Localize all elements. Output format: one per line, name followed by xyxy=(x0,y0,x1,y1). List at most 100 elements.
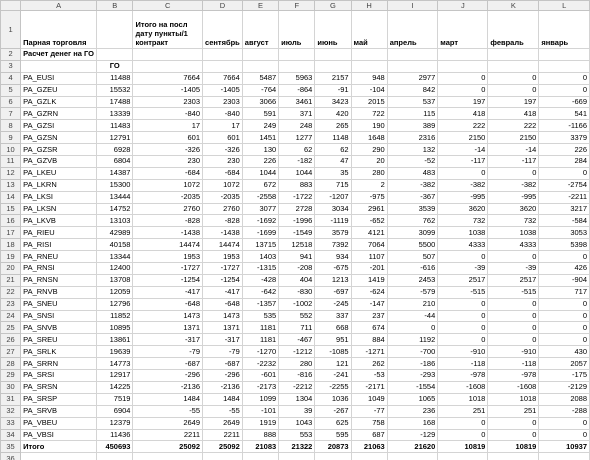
cell-go[interactable]: 12796 xyxy=(95,297,134,311)
cell-month-value[interactable]: 21322 xyxy=(278,440,316,454)
cell-month-value[interactable]: -2255 xyxy=(314,380,352,394)
cell-month-value[interactable]: -995 xyxy=(437,190,489,204)
column-header-b[interactable]: B xyxy=(95,0,134,11)
cell-pair-name[interactable]: PA_SRSP xyxy=(20,392,97,406)
cell-go[interactable]: 13344 xyxy=(95,250,134,264)
cell-total[interactable]: 230 xyxy=(132,155,204,168)
cell-month-value[interactable]: 711 xyxy=(278,321,316,335)
cell-month-value[interactable]: 2453 xyxy=(386,273,439,287)
cell-month-value[interactable]: 553 xyxy=(278,428,316,442)
row-header[interactable]: 27 xyxy=(0,345,22,359)
cell-month-value[interactable]: -995 xyxy=(487,190,540,204)
cell-go[interactable]: 14752 xyxy=(95,202,134,216)
cell-month-value[interactable]: -186 xyxy=(386,357,439,371)
cell-month-value[interactable]: -1608 xyxy=(487,380,540,394)
cell-month-value[interactable]: 0 xyxy=(487,309,540,323)
row-header[interactable]: 2 xyxy=(0,48,22,61)
cell[interactable] xyxy=(538,59,590,73)
cell-month-value[interactable]: 0 xyxy=(386,321,439,335)
cell-month-value[interactable]: -1002 xyxy=(278,297,316,311)
cell-pair-name[interactable]: PA_LKEU xyxy=(20,166,97,180)
cell-month-value[interactable]: 0 xyxy=(437,333,489,347)
cell-month-value[interactable]: 2728 xyxy=(278,202,316,216)
row-header[interactable]: 31 xyxy=(0,392,22,406)
cell-month-value[interactable]: 3539 xyxy=(386,202,439,216)
cell-month-value[interactable]: -1549 xyxy=(278,226,316,240)
cell-month-value[interactable]: 25092 xyxy=(202,440,243,454)
cell-go[interactable]: 6904 xyxy=(95,404,134,418)
cell-month-value[interactable]: 371 xyxy=(278,107,316,121)
cell-month-value[interactable]: -101 xyxy=(241,404,280,418)
row-header[interactable]: 22 xyxy=(0,285,22,299)
cell-month-value[interactable]: 10937 xyxy=(538,440,590,454)
cell-month-value[interactable]: 5500 xyxy=(386,238,439,252)
cell-month-value[interactable]: -1085 xyxy=(314,345,352,359)
cell-month-value[interactable]: 687 xyxy=(350,428,388,442)
cell-go[interactable]: 11483 xyxy=(95,119,134,133)
cell-month-value[interactable]: -55 xyxy=(202,404,243,418)
cell[interactable] xyxy=(386,48,439,61)
cell-month-value[interactable]: 35 xyxy=(314,166,352,180)
cell-month-value[interactable]: 1038 xyxy=(437,226,489,240)
cell-header-month[interactable]: февраль xyxy=(487,10,540,49)
cell-month-value[interactable]: -1357 xyxy=(241,297,280,311)
row-header[interactable]: 23 xyxy=(0,297,22,311)
cell[interactable] xyxy=(487,59,540,73)
cell-month-value[interactable]: 951 xyxy=(314,333,352,347)
row-header[interactable]: 36 xyxy=(0,452,22,460)
row-header[interactable]: 10 xyxy=(0,143,22,157)
cell[interactable] xyxy=(487,452,540,460)
cell-go[interactable]: 13708 xyxy=(95,273,134,287)
cell-month-value[interactable]: 0 xyxy=(437,416,489,430)
cell-header-month[interactable]: июнь xyxy=(314,10,352,49)
cell-total[interactable]: -828 xyxy=(132,214,204,228)
cell-total[interactable]: 2760 xyxy=(132,202,204,216)
cell-month-value[interactable]: 507 xyxy=(386,250,439,264)
cell-pair-name[interactable]: PA_LKSN xyxy=(20,202,97,216)
cell[interactable] xyxy=(95,452,134,460)
cell-month-value[interactable]: 537 xyxy=(386,95,439,109)
row-header[interactable]: 29 xyxy=(0,369,22,382)
cell-month-value[interactable]: -77 xyxy=(350,404,388,418)
cell-month-value[interactable]: 248 xyxy=(278,119,316,133)
cell-month-value[interactable]: 10819 xyxy=(487,440,540,454)
cell-month-value[interactable]: -417 xyxy=(202,285,243,299)
cell[interactable] xyxy=(278,452,316,460)
cell[interactable] xyxy=(314,452,352,460)
cell-month-value[interactable]: 280 xyxy=(350,166,388,180)
cell-month-value[interactable]: 249 xyxy=(241,119,280,133)
cell-month-value[interactable]: -382 xyxy=(487,178,540,192)
cell[interactable] xyxy=(386,452,439,460)
cell-month-value[interactable]: 0 xyxy=(487,333,540,347)
cell-pair-name[interactable]: PA_SRVB xyxy=(20,404,97,418)
cell-month-value[interactable]: 483 xyxy=(386,166,439,180)
cell-pair-name[interactable]: PA_VBSI xyxy=(20,428,97,442)
cell[interactable] xyxy=(132,452,204,460)
cell-month-value[interactable]: -700 xyxy=(386,345,439,359)
cell-month-value[interactable]: 420 xyxy=(314,107,352,121)
cell-month-value[interactable]: -79 xyxy=(202,345,243,359)
cell-go[interactable]: 6804 xyxy=(95,155,134,168)
cell-month-value[interactable]: 0 xyxy=(437,309,489,323)
cell-month-value[interactable]: -910 xyxy=(487,345,540,359)
row-header[interactable]: 3 xyxy=(0,59,22,73)
cell-month-value[interactable]: -241 xyxy=(314,369,352,382)
cell-month-value[interactable]: 0 xyxy=(487,250,540,264)
cell-month-value[interactable]: 2977 xyxy=(386,71,439,85)
cell-month-value[interactable]: -53 xyxy=(350,369,388,382)
cell-go[interactable]: 11436 xyxy=(95,428,134,442)
cell-go[interactable]: 15300 xyxy=(95,178,134,192)
cell-pair-name[interactable]: PA_GZSR xyxy=(20,143,97,157)
cell-month-value[interactable]: 1043 xyxy=(278,416,316,430)
cell-month-value[interactable]: 3620 xyxy=(437,202,489,216)
cell-month-value[interactable]: 0 xyxy=(538,333,590,347)
cell-month-value[interactable]: 0 xyxy=(437,83,489,97)
cell-total[interactable]: -1438 xyxy=(132,226,204,240)
cell-month-value[interactable]: -828 xyxy=(202,214,243,228)
cell-month-value[interactable]: -975 xyxy=(350,190,388,204)
cell-month-value[interactable]: 226 xyxy=(538,143,590,157)
cell-month-value[interactable]: -601 xyxy=(241,369,280,382)
cell[interactable] xyxy=(386,59,439,73)
cell-month-value[interactable]: -579 xyxy=(386,285,439,299)
cell-go[interactable]: 12059 xyxy=(95,285,134,299)
